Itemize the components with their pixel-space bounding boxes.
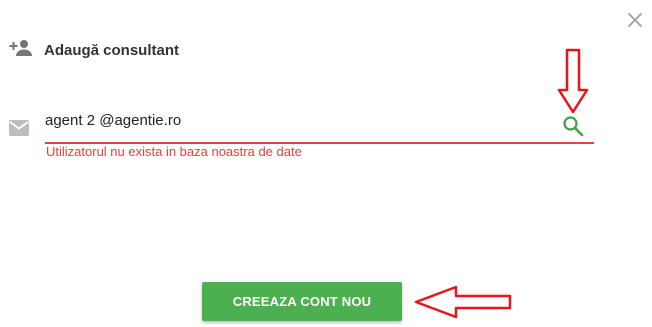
search-icon[interactable] [562,115,584,137]
email-field-wrapper [45,105,594,144]
mail-icon [8,119,30,137]
add-consultant-dialog: Adaugă consultant Utilizatorul nu exista… [0,0,652,327]
email-field[interactable] [45,108,545,132]
annotation-arrow-down-icon [556,48,590,114]
person-add-icon [9,38,33,58]
create-account-button[interactable]: CREEAZA CONT NOU [202,282,402,321]
annotation-arrow-left-icon [412,284,514,320]
close-icon[interactable] [626,11,644,29]
dialog-title: Adaugă consultant [44,42,180,59]
validation-error: Utilizatorul nu exista in baza noastra d… [46,144,302,159]
